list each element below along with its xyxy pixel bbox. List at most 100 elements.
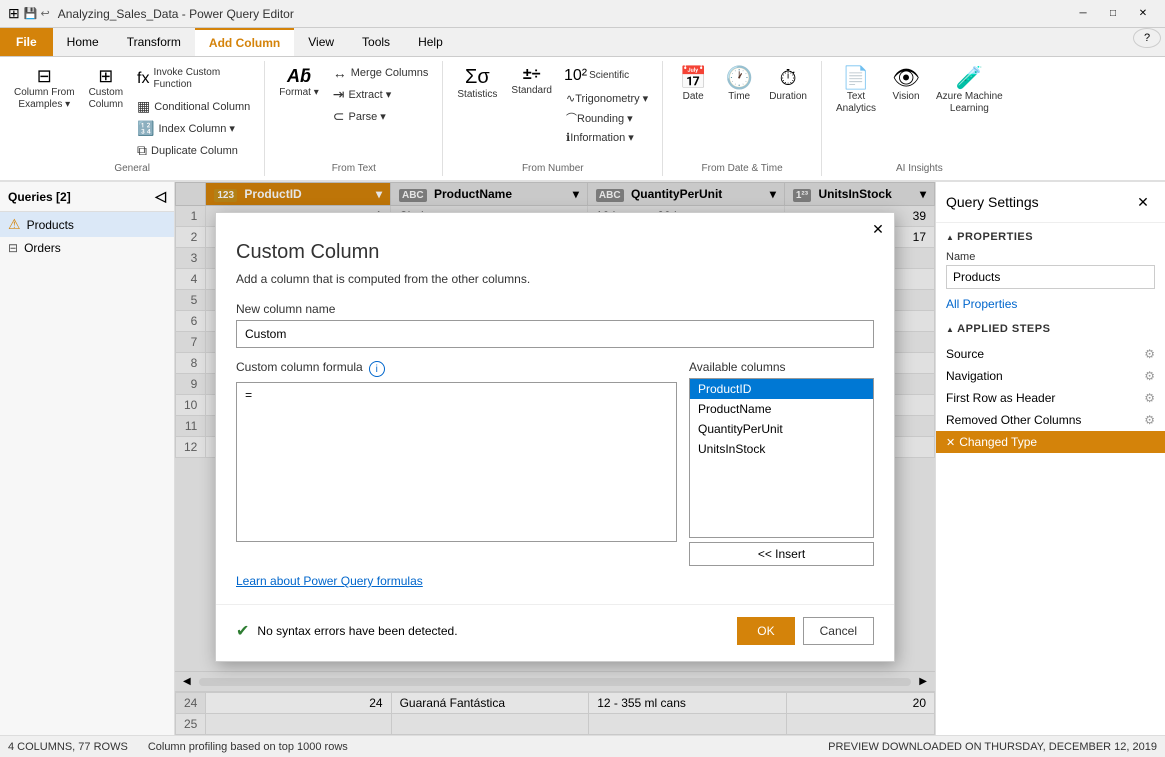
function-icon: fx bbox=[137, 70, 149, 88]
sidebar-item-products[interactable]: ⚠ Products bbox=[0, 212, 174, 237]
ribbon-group-datetime-content: 📅 Date 🕐 Time ⏱ Duration bbox=[671, 63, 813, 161]
scientific-label: Scientific bbox=[589, 70, 629, 82]
parse-icon: ⊂ bbox=[333, 108, 345, 125]
format-label: Format ▾ bbox=[279, 87, 318, 99]
tab-home[interactable]: Home bbox=[53, 28, 113, 56]
duration-button[interactable]: ⏱ Duration bbox=[763, 63, 813, 107]
invoke-function-label: Invoke CustomFunction bbox=[154, 67, 221, 91]
changed-type-x-icon[interactable]: ✕ bbox=[946, 436, 955, 449]
index-column-button[interactable]: 🔢 Index Column ▾ bbox=[131, 118, 256, 139]
new-col-name-input[interactable] bbox=[236, 320, 874, 348]
title-bar: ⊞ 💾 ↩ Analyzing_Sales_Data - Power Query… bbox=[0, 0, 1165, 28]
available-col-product-id[interactable]: ProductID bbox=[690, 379, 873, 399]
formula-info-icon[interactable]: i bbox=[369, 361, 385, 377]
first-row-gear-icon[interactable]: ⚙ bbox=[1144, 391, 1155, 405]
insert-button[interactable]: << Insert bbox=[689, 542, 874, 566]
invoke-custom-function-button[interactable]: fx Invoke CustomFunction bbox=[131, 63, 256, 95]
ribbon-group-from-number: Σσ Statistics ±÷ Standard 10² Scientific… bbox=[443, 61, 663, 176]
sidebar-collapse-icon[interactable]: ◁ bbox=[155, 188, 166, 205]
from-datetime-group-label: From Date & Time bbox=[702, 161, 783, 174]
information-button[interactable]: ℹ Information ▾ bbox=[560, 129, 654, 146]
scientific-button[interactable]: 10² Scientific bbox=[560, 63, 654, 89]
minimize-button[interactable]: ─ bbox=[1069, 4, 1097, 24]
navigation-gear-icon[interactable]: ⚙ bbox=[1144, 369, 1155, 383]
sidebar: Queries [2] ◁ ⚠ Products ⊟ Orders bbox=[0, 182, 175, 735]
rounding-icon: ⌒ bbox=[566, 110, 577, 126]
text-analytics-button[interactable]: 📄 TextAnalytics bbox=[830, 63, 882, 119]
custom-column-button[interactable]: ⊞ CustomColumn bbox=[83, 63, 129, 115]
duplicate-column-button[interactable]: ⧉ Duplicate Column bbox=[131, 140, 256, 161]
available-col-units-in-stock[interactable]: UnitsInStock bbox=[690, 439, 873, 459]
step-navigation[interactable]: Navigation ⚙ bbox=[936, 365, 1165, 387]
vision-button[interactable]: 👁 Vision bbox=[884, 63, 928, 107]
time-icon: 🕐 bbox=[725, 67, 752, 89]
tab-view[interactable]: View bbox=[294, 28, 348, 56]
available-col-product-name[interactable]: ProductName bbox=[690, 399, 873, 419]
step-removed-other-columns[interactable]: Removed Other Columns ⚙ bbox=[936, 409, 1165, 431]
ribbon-group-ai-content: 📄 TextAnalytics 👁 Vision 🧪 Azure Machine… bbox=[830, 63, 1009, 161]
conditional-column-button[interactable]: ▦ Conditional Column bbox=[131, 96, 256, 117]
applied-steps-section-label: APPLIED STEPS bbox=[936, 315, 1165, 343]
source-gear-icon[interactable]: ⚙ bbox=[1144, 347, 1155, 361]
formula-textarea[interactable]: = bbox=[236, 382, 677, 542]
time-button[interactable]: 🕐 Time bbox=[717, 63, 761, 107]
available-col-qty-per-unit[interactable]: QuantityPerUnit bbox=[690, 419, 873, 439]
custom-column-modal: ✕ Custom Column Add a column that is com… bbox=[215, 212, 895, 662]
tab-add-column[interactable]: Add Column bbox=[195, 28, 294, 56]
all-properties-link[interactable]: All Properties bbox=[936, 293, 1165, 315]
duration-icon: ⏱ bbox=[780, 67, 797, 89]
column-from-examples-button[interactable]: ⊟ Column FromExamples ▾ bbox=[8, 63, 81, 115]
column-examples-label: Column FromExamples ▾ bbox=[14, 87, 75, 111]
azure-ml-label: Azure MachineLearning bbox=[936, 91, 1003, 115]
extract-button[interactable]: ⇥ Extract ▾ bbox=[327, 84, 435, 105]
ok-button[interactable]: OK bbox=[737, 617, 794, 645]
text-analytics-label: TextAnalytics bbox=[836, 91, 876, 115]
tab-help[interactable]: Help bbox=[404, 28, 457, 56]
parse-button[interactable]: ⊂ Parse ▾ bbox=[327, 106, 435, 127]
maximize-button[interactable]: □ bbox=[1099, 4, 1127, 24]
tab-tools[interactable]: Tools bbox=[348, 28, 404, 56]
azure-ml-icon: 🧪 bbox=[956, 67, 983, 89]
save-icon: 💾 ↩ bbox=[24, 7, 50, 20]
ribbon-col-number-right: 10² Scientific ∿ Trigonometry ▾ ⌒ Roundi… bbox=[560, 63, 654, 146]
available-cols-list[interactable]: ProductID ProductName QuantityPerUnit Un… bbox=[689, 378, 874, 538]
ribbon-group-general-content: ⊟ Column FromExamples ▾ ⊞ CustomColumn f… bbox=[8, 63, 256, 161]
ribbon-col-text-right: ↔ Merge Columns ⇥ Extract ▾ ⊂ Parse ▾ bbox=[327, 63, 435, 127]
modal-subtitle: Add a column that is computed from the o… bbox=[216, 272, 894, 302]
query-name-input[interactable] bbox=[946, 265, 1155, 289]
table-icon: ⊟ bbox=[8, 241, 18, 255]
trigonometry-button[interactable]: ∿ Trigonometry ▾ bbox=[560, 90, 654, 107]
azure-ml-button[interactable]: 🧪 Azure MachineLearning bbox=[930, 63, 1009, 119]
ai-insights-group-label: AI Insights bbox=[896, 161, 943, 174]
ribbon-group-number-content: Σσ Statistics ±÷ Standard 10² Scientific… bbox=[451, 63, 654, 161]
tab-file[interactable]: File bbox=[0, 28, 53, 56]
modal-close-button[interactable]: ✕ bbox=[866, 217, 890, 241]
sidebar-item-orders[interactable]: ⊟ Orders bbox=[0, 237, 174, 259]
statistics-button[interactable]: Σσ Statistics bbox=[451, 63, 503, 105]
warning-icon: ⚠ bbox=[8, 216, 21, 233]
removed-cols-gear-icon[interactable]: ⚙ bbox=[1144, 413, 1155, 427]
modal-footer: ✔ No syntax errors have been detected. O… bbox=[216, 604, 894, 661]
rounding-button[interactable]: ⌒ Rounding ▾ bbox=[560, 108, 654, 128]
date-button[interactable]: 📅 Date bbox=[671, 63, 715, 107]
query-settings-close[interactable]: ✕ bbox=[1131, 190, 1155, 214]
ribbon-group-ai-insights: 📄 TextAnalytics 👁 Vision 🧪 Azure Machine… bbox=[822, 61, 1017, 176]
ribbon-tabs: File Home Transform Add Column View Tool… bbox=[0, 28, 1165, 57]
step-source[interactable]: Source ⚙ bbox=[936, 343, 1165, 365]
time-label: Time bbox=[728, 91, 750, 103]
step-first-row-as-header[interactable]: First Row as Header ⚙ bbox=[936, 387, 1165, 409]
close-button[interactable]: ✕ bbox=[1129, 4, 1157, 24]
modal-footer-buttons: OK Cancel bbox=[737, 617, 874, 645]
formula-label-row: Custom column formula i bbox=[236, 360, 677, 378]
ribbon-col-general-right: fx Invoke CustomFunction ▦ Conditional C… bbox=[131, 63, 256, 161]
step-changed-type[interactable]: ✕ Changed Type bbox=[936, 431, 1165, 453]
standard-icon: ±÷ bbox=[523, 67, 541, 83]
format-button[interactable]: Aƃ Format ▾ bbox=[273, 63, 324, 103]
formula-label: Custom column formula bbox=[236, 360, 363, 374]
help-button[interactable]: ? bbox=[1133, 28, 1161, 48]
learn-link[interactable]: Learn about Power Query formulas bbox=[236, 574, 874, 588]
cancel-button[interactable]: Cancel bbox=[803, 617, 874, 645]
standard-button[interactable]: ±÷ Standard bbox=[505, 63, 558, 101]
tab-transform[interactable]: Transform bbox=[113, 28, 195, 56]
merge-columns-button[interactable]: ↔ Merge Columns bbox=[327, 63, 435, 83]
